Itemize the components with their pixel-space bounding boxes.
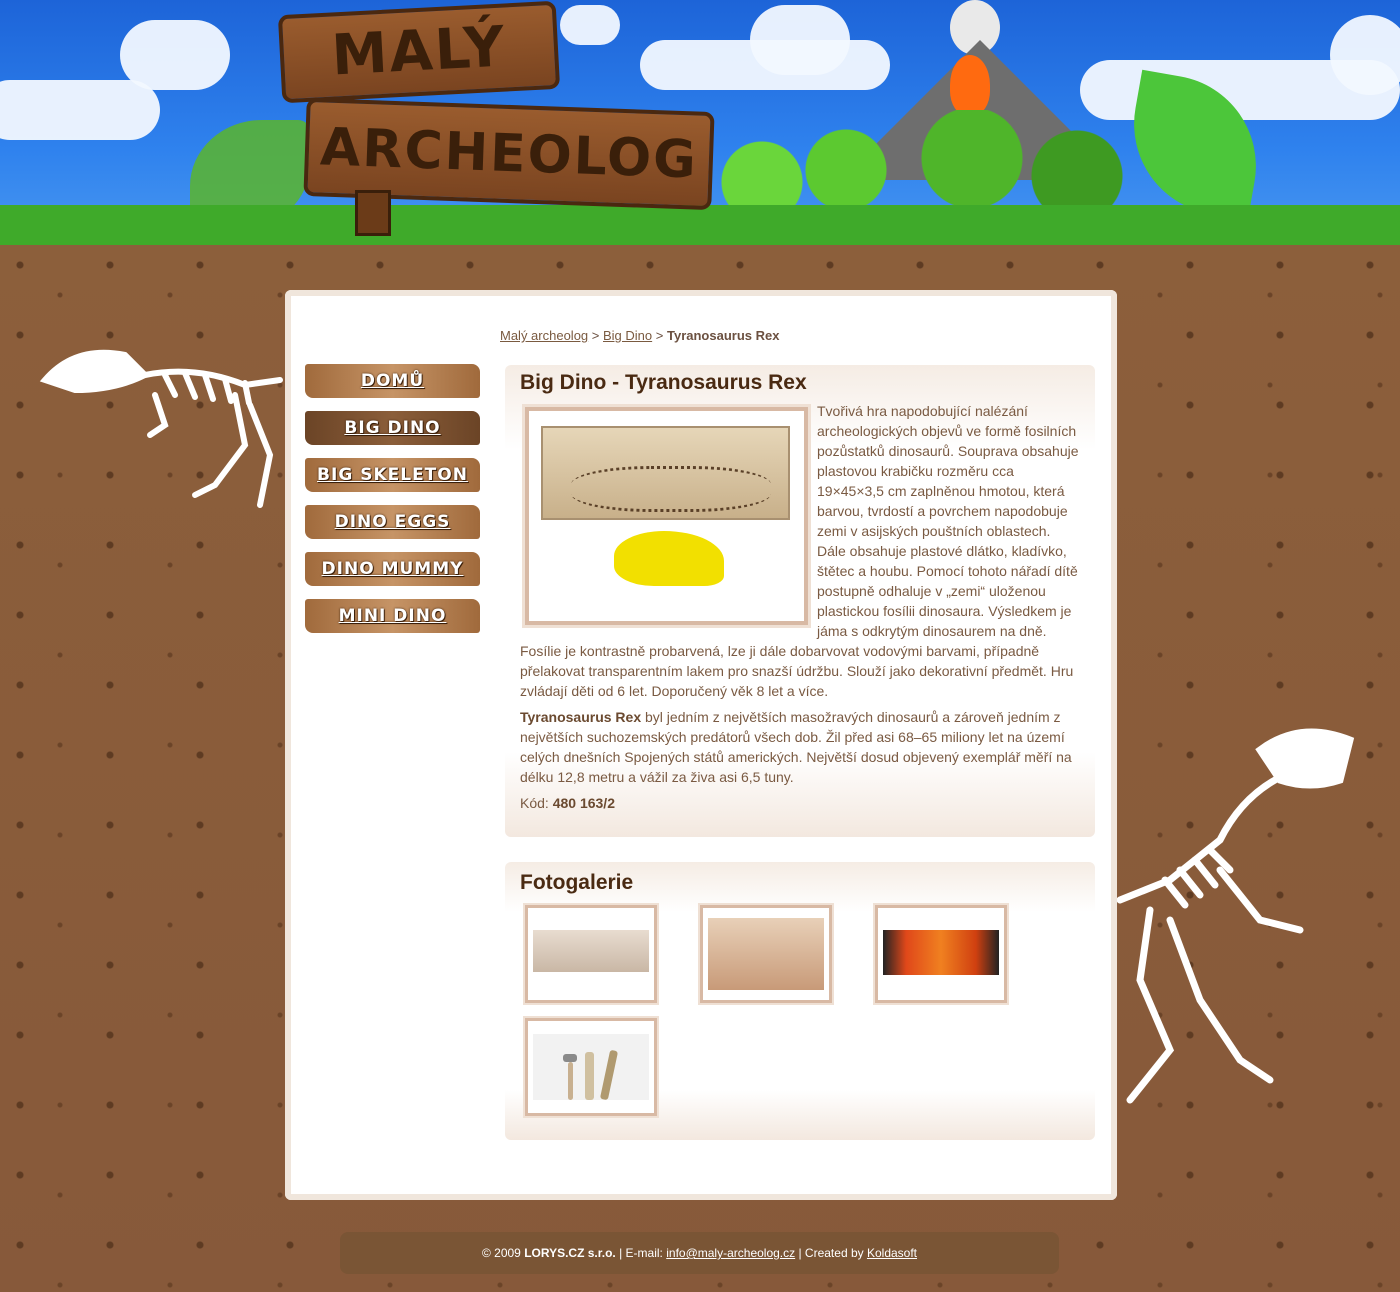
product-code: Kód: 480 163/2 xyxy=(520,793,1082,813)
menu-item-big-dino[interactable]: BIG DINO xyxy=(305,411,480,445)
site-logo[interactable]: MALÝ ARCHEOLOG xyxy=(270,0,750,236)
brush-icon xyxy=(599,1049,619,1101)
footer-created-by-link[interactable]: Koldasoft xyxy=(867,1246,917,1260)
logo-line-1: MALÝ xyxy=(277,0,561,104)
article-title: Big Dino - Tyranosaurus Rex xyxy=(520,371,807,394)
breadcrumb-home-link[interactable]: Malý archeolog xyxy=(500,328,588,343)
fossil-slab-image xyxy=(541,426,790,520)
thumb-image xyxy=(533,1034,649,1101)
article-paragraph-2: Tyranosaurus Rex byl jedním z největších… xyxy=(520,707,1082,787)
menu-item-domu[interactable]: DOMŮ xyxy=(305,364,480,398)
main-menu: DOMŮ BIG DINO BIG SKELETON DINO EGGS DIN… xyxy=(305,364,480,646)
cloud xyxy=(750,5,850,75)
breadcrumb-separator: > xyxy=(655,328,664,343)
cloud xyxy=(1330,15,1400,95)
yellow-dinosaur-image xyxy=(614,531,724,586)
footer-email-link[interactable]: info@maly-archeolog.cz xyxy=(666,1246,795,1260)
hammer-icon xyxy=(563,1054,577,1062)
gallery-thumb-tools[interactable] xyxy=(525,1018,657,1116)
menu-item-dino-eggs[interactable]: DINO EGGS xyxy=(305,505,480,539)
breadcrumb-separator: > xyxy=(591,328,600,343)
footer: © 2009 LORYS.CZ s.r.o. | E-mail: info@ma… xyxy=(340,1232,1059,1274)
product-code-value: 480 163/2 xyxy=(552,795,615,811)
gallery-thumb-fossil[interactable] xyxy=(525,905,657,1003)
sign-post xyxy=(355,190,391,236)
gallery-thumb-fossil-closeup[interactable] xyxy=(700,905,832,1003)
thumb-image xyxy=(883,930,999,975)
gallery-thumb-box[interactable] xyxy=(875,905,1007,1003)
product-main-image[interactable] xyxy=(525,407,808,625)
fossil-bones xyxy=(571,466,771,512)
menu-item-mini-dino[interactable]: MINI DINO xyxy=(305,599,480,633)
product-code-label: Kód: xyxy=(520,795,549,811)
cloud xyxy=(0,80,160,140)
lava xyxy=(950,55,990,115)
article-paragraph-2-bold: Tyranosaurus Rex xyxy=(520,709,642,725)
breadcrumb-current: Tyranosaurus Rex xyxy=(666,328,780,343)
chisel-icon xyxy=(585,1052,594,1100)
thumb-image xyxy=(708,918,824,990)
footer-created-label: | Created by xyxy=(795,1246,864,1260)
photo-gallery: Fotogalerie xyxy=(505,862,1095,1140)
gallery-title: Fotogalerie xyxy=(520,871,634,894)
menu-item-dino-mummy[interactable]: DINO MUMMY xyxy=(305,552,480,586)
breadcrumb: Malý archeolog > Big Dino > Tyranosaurus… xyxy=(500,328,779,343)
footer-email-label: | E-mail: xyxy=(615,1246,663,1260)
footer-copyright: © 2009 xyxy=(481,1246,521,1260)
hammer-handle xyxy=(568,1062,573,1100)
t-rex-skeleton-left-icon xyxy=(39,349,283,508)
menu-item-big-skeleton[interactable]: BIG SKELETON xyxy=(305,458,480,492)
thumb-image xyxy=(533,930,649,972)
breadcrumb-parent-link[interactable]: Big Dino xyxy=(603,328,652,343)
t-rex-skeleton-right-icon xyxy=(1116,728,1355,1104)
cloud xyxy=(120,20,230,90)
footer-company: LORYS.CZ s.r.o. xyxy=(524,1246,616,1260)
product-article: Big Dino - Tyranosaurus Rex Tvořivá hra … xyxy=(505,365,1095,837)
